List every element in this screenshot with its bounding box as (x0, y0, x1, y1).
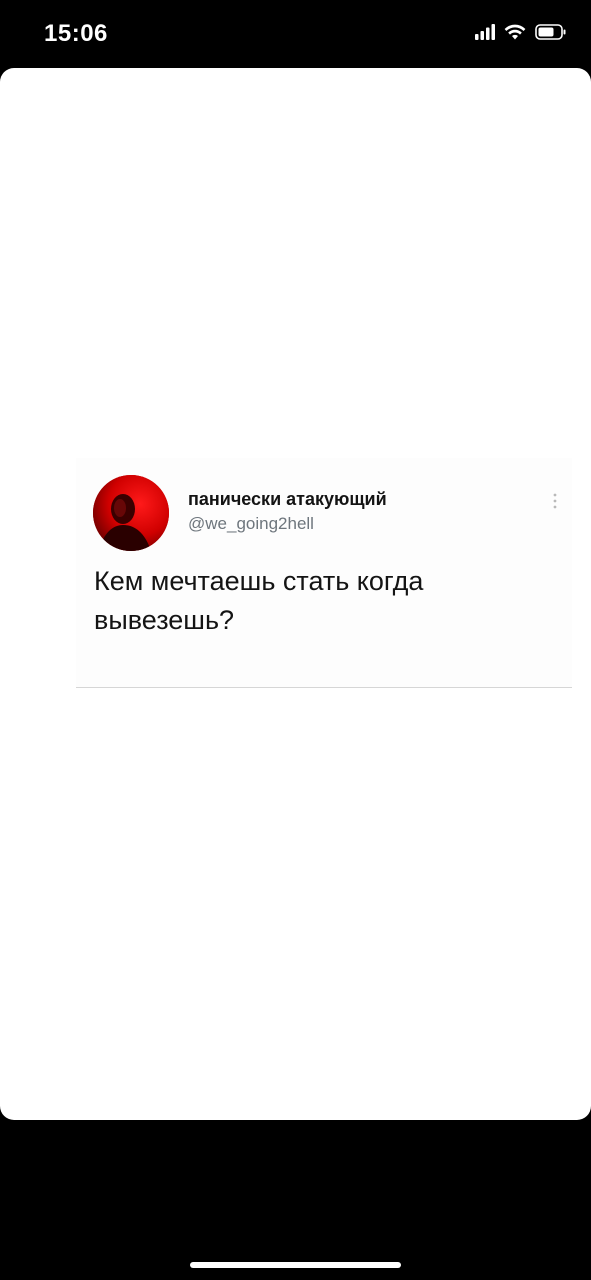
home-indicator[interactable] (190, 1262, 401, 1268)
status-bar: 15:06 (0, 0, 591, 68)
battery-icon (535, 24, 567, 40)
status-icons (475, 24, 567, 40)
divider (76, 687, 572, 688)
profile-avatar[interactable] (93, 475, 169, 551)
display-name[interactable]: панически атакующий (188, 489, 387, 510)
username-handle[interactable]: @we_going2hell (188, 514, 314, 534)
tweet-text: Кем мечтаешь стать когда вывезешь? (94, 566, 424, 635)
tweet-card: панически атакующий @we_going2hell Кем м… (76, 458, 572, 688)
cellular-signal-icon (475, 24, 495, 40)
wifi-icon (504, 24, 526, 40)
media-viewer[interactable]: панически атакующий @we_going2hell Кем м… (0, 68, 591, 1120)
screen: 15:06 панически атакующий @we_going2hell… (0, 0, 591, 1280)
status-time: 15:06 (44, 20, 108, 47)
more-vertical-icon[interactable] (552, 492, 558, 510)
